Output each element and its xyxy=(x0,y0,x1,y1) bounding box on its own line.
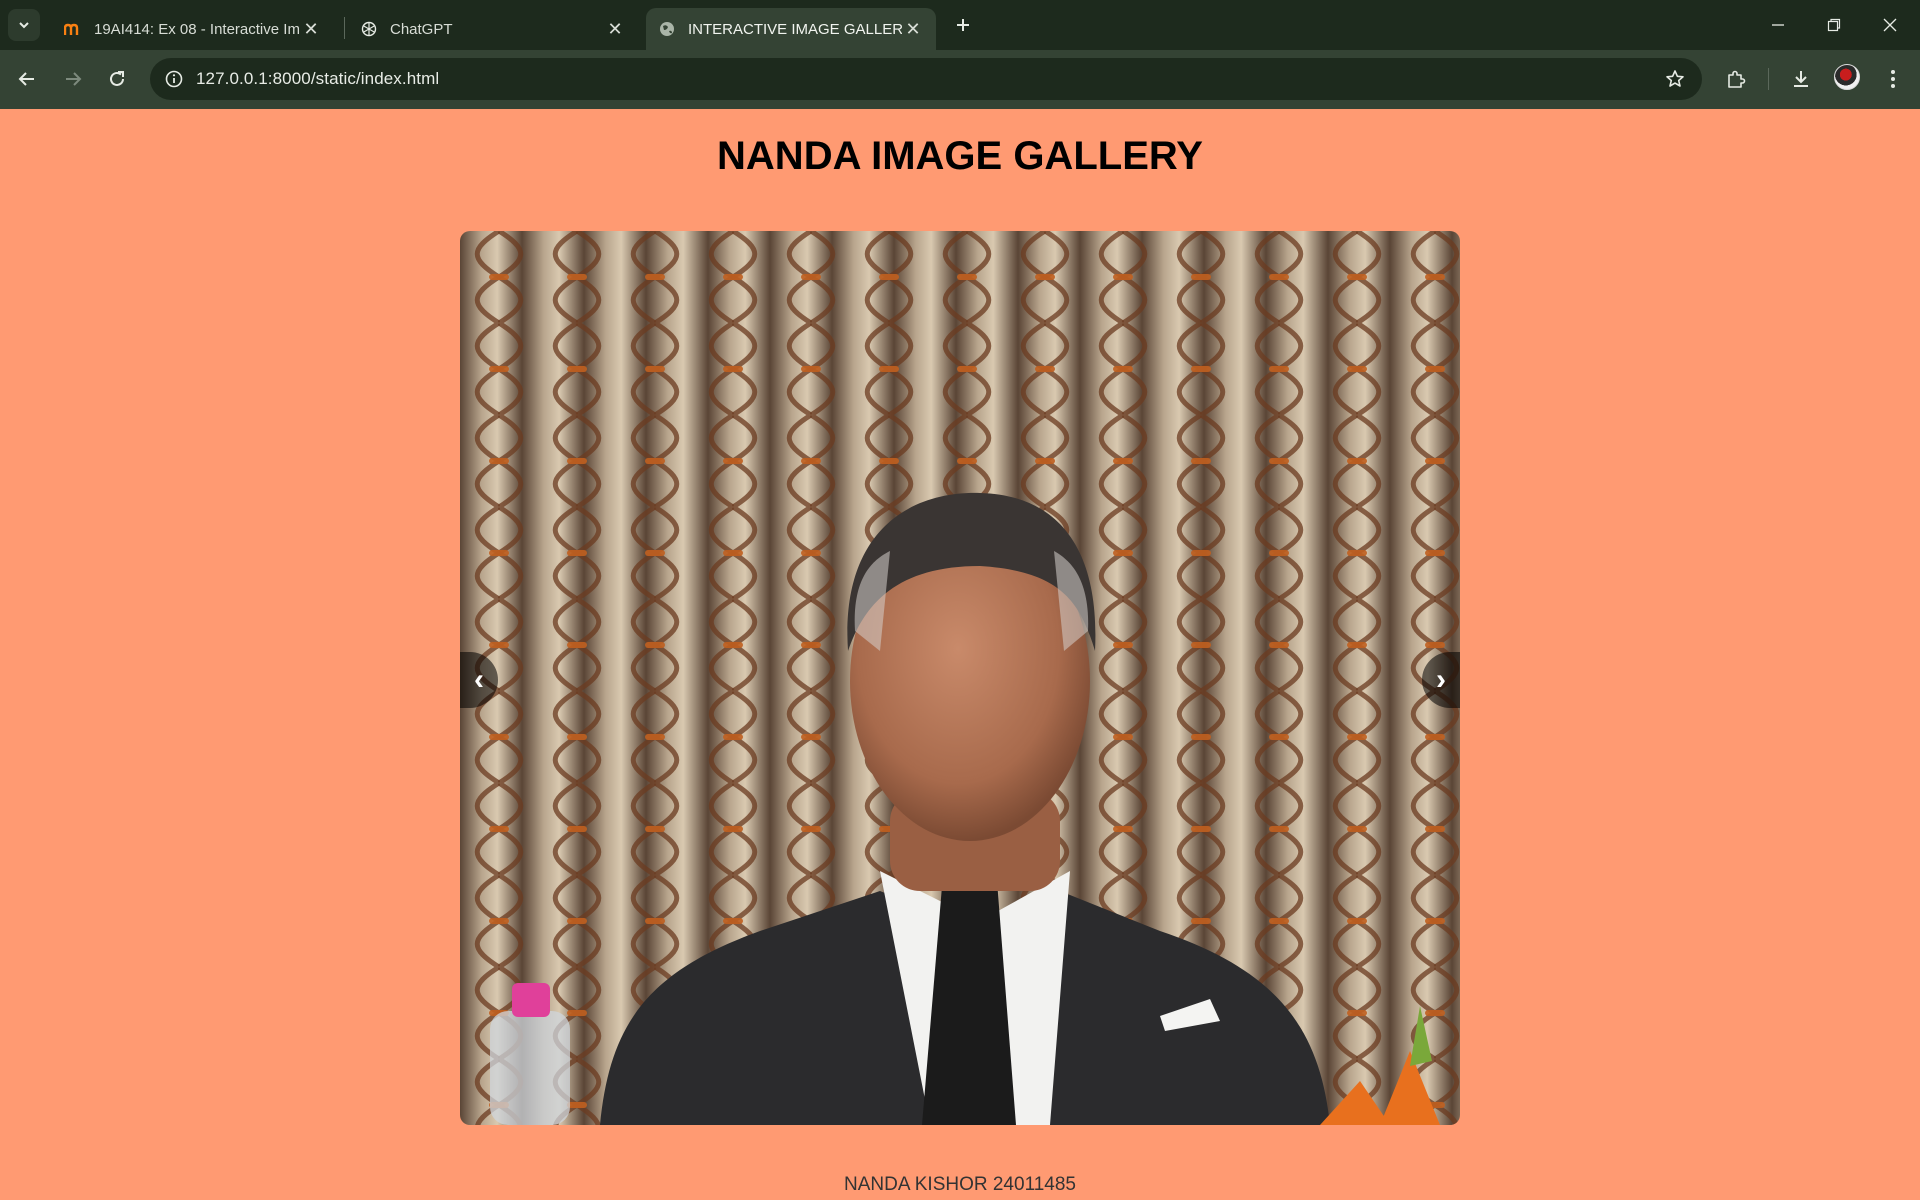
restore-icon xyxy=(1827,18,1841,32)
browser-toolbar: 127.0.0.1:8000/static/index.html xyxy=(0,50,1920,109)
downloads-button[interactable] xyxy=(1784,62,1818,96)
toolbar-divider xyxy=(1768,68,1769,90)
reload-icon xyxy=(110,71,124,86)
profile-avatar[interactable] xyxy=(1834,64,1860,90)
tab-title: ChatGPT xyxy=(390,20,453,38)
close-window-button[interactable] xyxy=(1862,0,1918,50)
address-bar[interactable]: 127.0.0.1:8000/static/index.html xyxy=(150,58,1702,100)
chatgpt-favicon-icon xyxy=(360,20,378,38)
tab-title: INTERACTIVE IMAGE GALLERY xyxy=(688,20,902,38)
back-button[interactable] xyxy=(10,62,44,96)
minimize-button[interactable] xyxy=(1750,0,1806,50)
tab-moodle[interactable]: 19AI414: Ex 08 - Interactive Ima ✕ xyxy=(52,8,334,50)
tab-chatgpt[interactable]: ChatGPT ✕ xyxy=(348,8,638,50)
menu-button[interactable] xyxy=(1876,62,1910,96)
download-icon xyxy=(1794,71,1808,87)
plus-icon xyxy=(957,19,969,31)
footer-credit: NANDA KISHOR 24011485 xyxy=(844,1174,1076,1195)
bookmark-star-icon[interactable] xyxy=(1662,66,1688,92)
arrow-left-icon xyxy=(18,72,34,86)
gallery-image xyxy=(460,231,1460,1125)
kebab-menu-icon xyxy=(1891,70,1895,88)
tab-divider xyxy=(344,17,345,39)
close-icon[interactable]: ✕ xyxy=(604,18,626,40)
page-title: NANDA IMAGE GALLERY xyxy=(717,134,1203,178)
tab-strip: 19AI414: Ex 08 - Interactive Ima ✕ ChatG… xyxy=(0,0,1920,50)
tab-gallery[interactable]: INTERACTIVE IMAGE GALLERY ✕ xyxy=(646,8,936,50)
site-info-icon[interactable] xyxy=(160,65,188,93)
restore-button[interactable] xyxy=(1806,0,1862,50)
tab-search-button[interactable] xyxy=(8,9,40,41)
gallery-viewer: ‹ › xyxy=(460,231,1460,1125)
new-tab-button[interactable] xyxy=(948,10,978,40)
close-icon[interactable]: ✕ xyxy=(902,18,924,40)
url-text[interactable]: 127.0.0.1:8000/static/index.html xyxy=(196,69,439,89)
chevron-down-icon xyxy=(19,22,29,29)
close-icon xyxy=(1883,18,1897,32)
arrow-right-icon xyxy=(66,72,82,86)
close-icon[interactable]: ✕ xyxy=(300,18,322,40)
globe-favicon-icon xyxy=(658,20,676,38)
extensions-button[interactable] xyxy=(1719,62,1753,96)
reload-button[interactable] xyxy=(100,62,134,96)
puzzle-icon xyxy=(1728,70,1746,88)
tab-title: 19AI414: Ex 08 - Interactive Ima xyxy=(94,20,300,38)
forward-button[interactable] xyxy=(56,62,90,96)
minimize-icon xyxy=(1772,24,1784,26)
moodle-favicon-icon xyxy=(64,20,82,38)
